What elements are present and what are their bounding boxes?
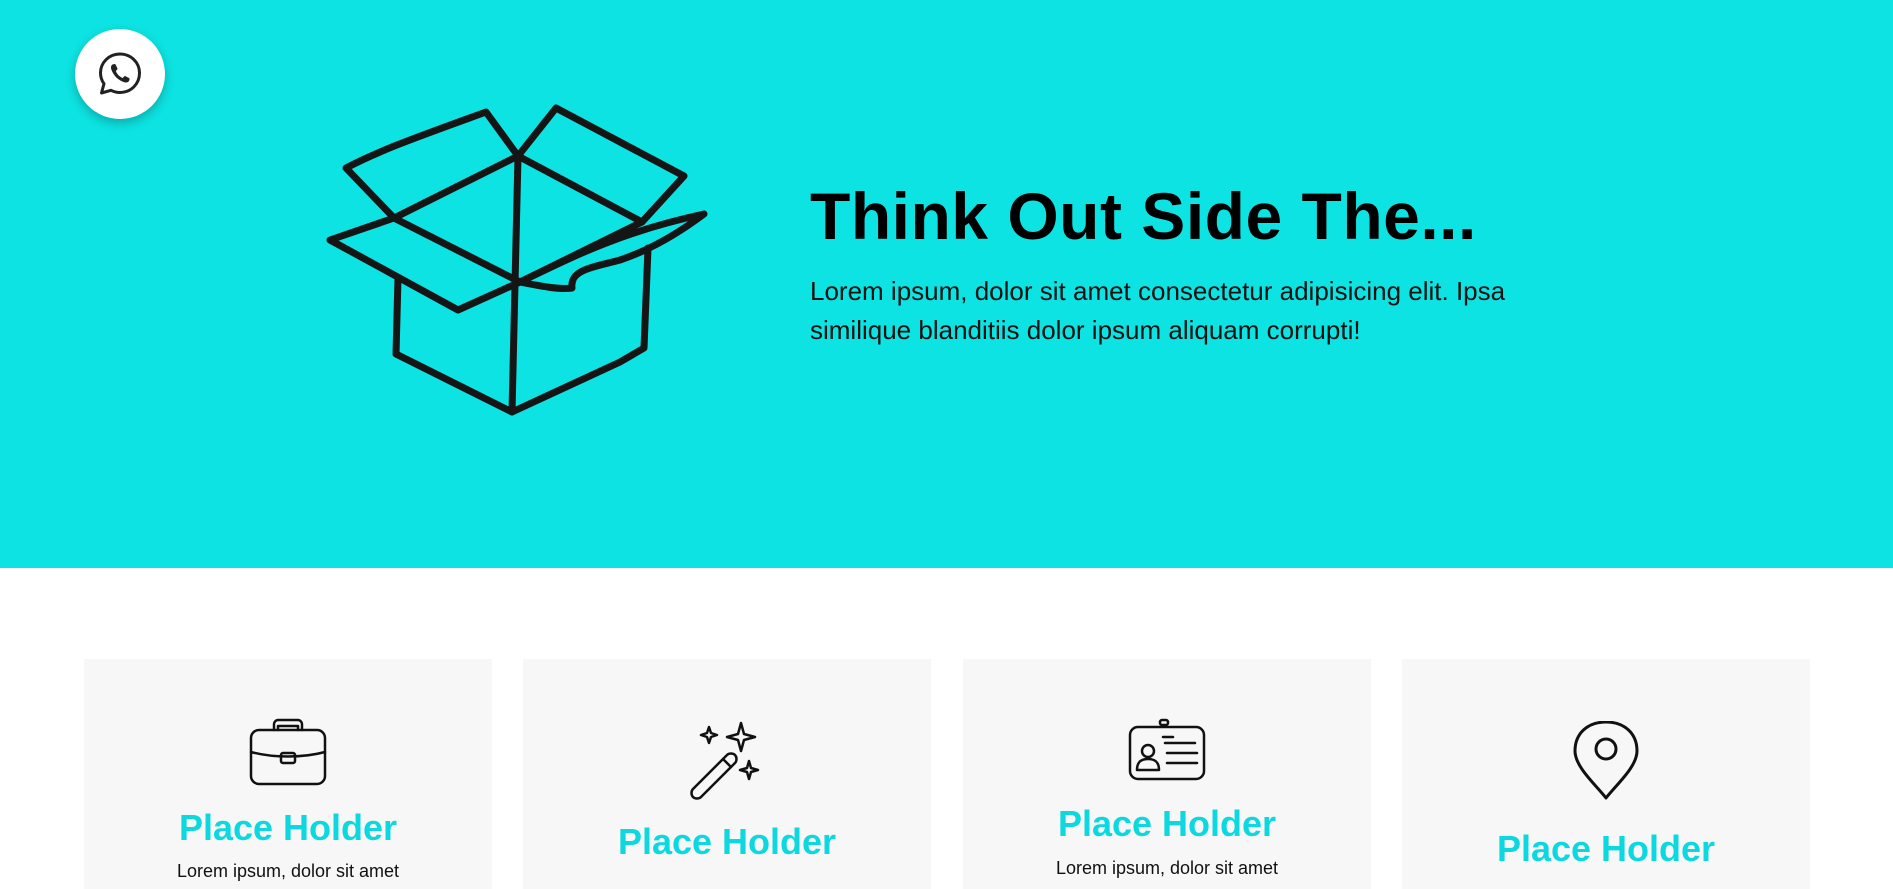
open-box-illustration [326, 104, 708, 416]
id-card-icon [1128, 718, 1206, 781]
magic-wand-icon [690, 721, 760, 800]
whatsapp-button[interactable] [75, 29, 165, 119]
hero-title: Think Out Side The... [810, 179, 1477, 253]
whatsapp-icon [99, 52, 141, 95]
hero-section: Think Out Side The... Lorem ipsum, dolor… [0, 0, 1893, 568]
map-pin-icon [1573, 721, 1639, 800]
card-title: Place Holder [617, 821, 837, 862]
card-text: Lorem ipsum, dolor sit amet [176, 861, 400, 881]
card-title: Place Holder [1496, 828, 1716, 869]
feature-card-4: Place Holder [1402, 659, 1810, 889]
card-title: Place Holder [178, 807, 398, 848]
briefcase-icon [249, 718, 327, 786]
feature-card-3: Place Holder Lorem ipsum, dolor sit amet [963, 659, 1371, 889]
hero-description: Lorem ipsum, dolor sit amet consectetur … [810, 276, 1506, 345]
card-title: Place Holder [1057, 803, 1277, 844]
card-text: Lorem ipsum, dolor sit amet [1055, 858, 1279, 878]
feature-card-1: Place Holder Lorem ipsum, dolor sit amet [84, 659, 492, 889]
feature-card-2: Place Holder [523, 659, 931, 889]
